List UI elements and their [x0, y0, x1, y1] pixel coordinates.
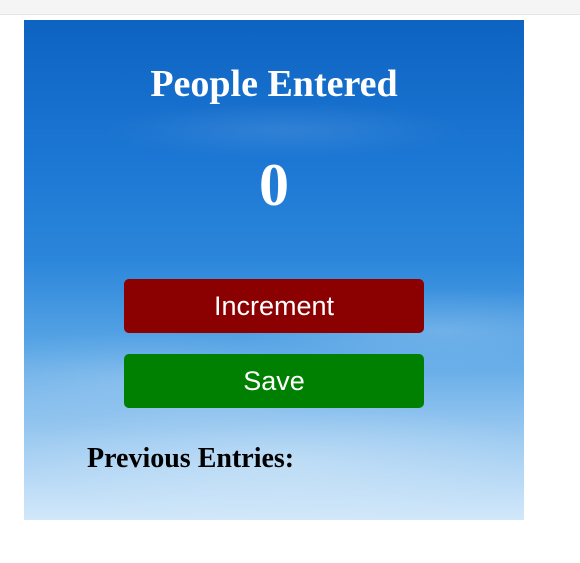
- people-count: 0: [259, 152, 289, 218]
- previous-entries-label: Previous Entries:: [87, 443, 295, 474]
- increment-button[interactable]: Increment: [124, 279, 424, 333]
- browser-top-strip: [0, 0, 580, 15]
- save-button[interactable]: Save: [124, 354, 424, 408]
- counter-panel: People Entered 0 Increment Save Previous…: [24, 20, 524, 520]
- page-title: People Entered: [150, 63, 398, 105]
